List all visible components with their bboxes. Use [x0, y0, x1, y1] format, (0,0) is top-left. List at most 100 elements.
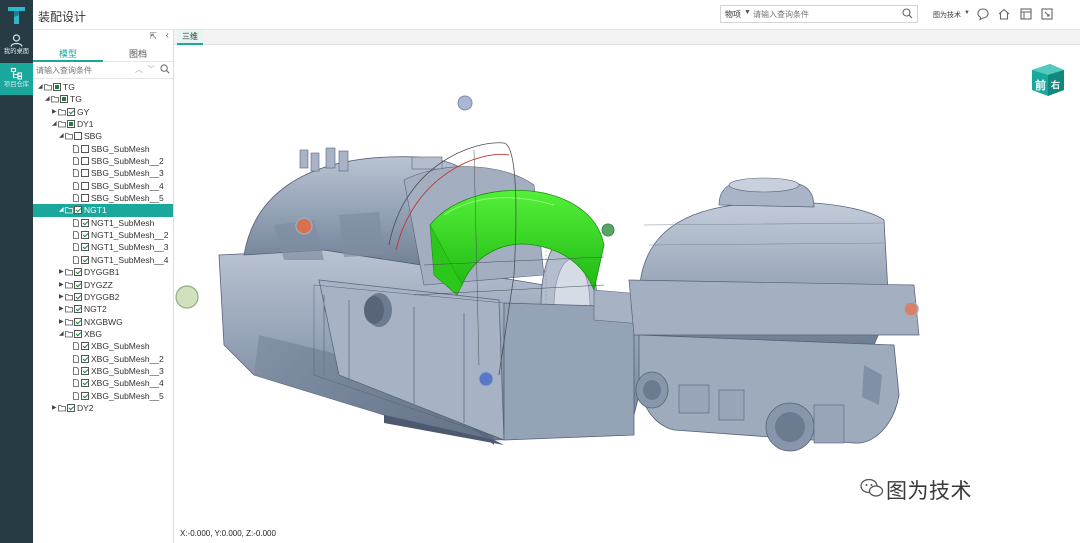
3d-viewport[interactable]: 前 右 X:-0.000, Y:0.000, Z:-0.000 图为技术: [174, 45, 1080, 543]
tree-node[interactable]: ◢ DY1: [33, 118, 173, 130]
visibility-checkbox[interactable]: [81, 391, 89, 400]
tree-node[interactable]: ▶ DYGGB1: [33, 266, 173, 278]
tree-node[interactable]: ◢ TG: [33, 81, 173, 93]
visibility-checkbox[interactable]: [60, 95, 68, 104]
tree-node[interactable]: ◢ NGT1: [33, 204, 173, 217]
tree-node[interactable]: ▶ DYGGB2: [33, 291, 173, 303]
tree-node[interactable]: ◢ SBG: [33, 130, 173, 142]
tree-node[interactable]: ▶ DYGZZ: [33, 279, 173, 291]
visibility-checkbox[interactable]: [81, 157, 89, 166]
visibility-checkbox[interactable]: [67, 403, 75, 412]
tree-node[interactable]: NGT1_SubMesh__2: [33, 229, 173, 241]
home-icon[interactable]: [997, 7, 1011, 21]
collapsed-toggle-icon[interactable]: ▶: [59, 266, 64, 278]
expanded-toggle-icon[interactable]: ◢: [45, 93, 50, 105]
search-input[interactable]: [753, 7, 899, 21]
tree-node-label: XBG_SubMesh__3: [91, 365, 164, 376]
visibility-checkbox[interactable]: [81, 144, 89, 153]
visibility-checkbox[interactable]: [74, 206, 82, 215]
tree-node[interactable]: XBG_SubMesh__5: [33, 390, 173, 402]
rail-item-label: 项目仓库: [3, 81, 30, 88]
visibility-checkbox[interactable]: [74, 268, 82, 277]
tree-node[interactable]: NGT1_SubMesh: [33, 217, 173, 229]
visibility-checkbox[interactable]: [74, 280, 82, 289]
view-cube-right: 右: [1050, 79, 1060, 91]
expanded-toggle-icon[interactable]: ◢: [52, 118, 57, 130]
caret-down-icon[interactable]: ▼: [744, 9, 751, 16]
tree-node[interactable]: XBG_SubMesh__2: [33, 353, 173, 365]
rail-item-my-desktop[interactable]: 我的桌面: [0, 30, 33, 62]
search-scope-select[interactable]: 物项: [725, 9, 741, 20]
search-icon[interactable]: [902, 8, 913, 19]
visibility-checkbox[interactable]: [81, 366, 89, 375]
visibility-checkbox[interactable]: [81, 243, 89, 252]
tree-node[interactable]: XBG_SubMesh__4: [33, 377, 173, 389]
tree-node[interactable]: SBG_SubMesh: [33, 143, 173, 155]
tab-drawings[interactable]: 图档: [103, 47, 173, 60]
tree-search-input[interactable]: [36, 64, 136, 77]
visibility-checkbox[interactable]: [81, 354, 89, 363]
tree-node[interactable]: SBG_SubMesh__4: [33, 180, 173, 192]
tree-node-label: XBG_SubMesh__5: [91, 390, 164, 401]
visibility-checkbox[interactable]: [81, 342, 89, 351]
folder-icon: [65, 330, 73, 338]
tree-node[interactable]: SBG_SubMesh__5: [33, 192, 173, 204]
collapsed-toggle-icon[interactable]: ▶: [59, 291, 64, 303]
rail-item-project-repo[interactable]: 项目仓库: [0, 63, 33, 95]
collapse-left-icon[interactable]: ‹: [166, 30, 169, 41]
visibility-checkbox[interactable]: [53, 83, 61, 91]
file-icon: [73, 243, 79, 252]
tree-node[interactable]: ◢ TG: [33, 93, 173, 105]
collapsed-toggle-icon[interactable]: ▶: [59, 316, 64, 328]
expanded-toggle-icon[interactable]: ◢: [59, 130, 64, 142]
visibility-checkbox[interactable]: [74, 132, 82, 141]
expanded-toggle-icon[interactable]: ◢: [59, 328, 64, 340]
visibility-checkbox[interactable]: [74, 317, 82, 326]
tab-model[interactable]: 模型: [33, 47, 103, 60]
view-cube[interactable]: 前 右: [1030, 62, 1066, 98]
tree-node[interactable]: SBG_SubMesh__3: [33, 167, 173, 179]
turbine-3d-model[interactable]: [174, 45, 1080, 543]
search-icon[interactable]: [160, 64, 170, 74]
expanded-toggle-icon[interactable]: ◢: [59, 204, 64, 216]
layout-icon[interactable]: [1019, 7, 1033, 21]
expanded-toggle-icon[interactable]: ◢: [38, 81, 43, 93]
tree-node[interactable]: ▶ NGT2: [33, 303, 173, 315]
visibility-checkbox[interactable]: [81, 379, 89, 388]
visibility-checkbox[interactable]: [81, 218, 89, 227]
tab-3d-view[interactable]: 三维: [177, 30, 203, 45]
tree-node[interactable]: XBG_SubMesh__3: [33, 365, 173, 377]
chevron-down-icon[interactable]: ﹀: [147, 64, 155, 75]
fullscreen-icon[interactable]: [1040, 7, 1054, 21]
tree-node[interactable]: NGT1_SubMesh__3: [33, 241, 173, 253]
tree-node[interactable]: ▶ NXGBWG: [33, 316, 173, 328]
tree-node[interactable]: ▶ DY2: [33, 402, 173, 414]
chevron-up-icon[interactable]: ︿: [135, 64, 143, 75]
tree-node[interactable]: ◢ XBG: [33, 328, 173, 340]
visibility-checkbox[interactable]: [74, 305, 82, 314]
visibility-checkbox[interactable]: [81, 169, 89, 178]
pin-icon[interactable]: ⇱: [149, 31, 157, 42]
visibility-checkbox[interactable]: [74, 292, 82, 301]
message-icon[interactable]: [976, 7, 990, 21]
tree-node[interactable]: XBG_SubMesh: [33, 340, 173, 352]
collapsed-toggle-icon[interactable]: ▶: [52, 106, 57, 118]
collapsed-toggle-icon[interactable]: ▶: [52, 402, 57, 414]
tree-node[interactable]: NGT1_SubMesh__4: [33, 254, 173, 266]
caret-down-icon[interactable]: ▼: [964, 10, 970, 16]
tree-node-label: XBG: [84, 328, 102, 339]
user-name-menu[interactable]: 图为技术: [933, 10, 961, 20]
page-title: 装配设计: [38, 10, 87, 24]
file-icon: [73, 157, 79, 165]
collapsed-toggle-icon[interactable]: ▶: [59, 279, 64, 291]
visibility-checkbox[interactable]: [74, 329, 82, 338]
visibility-checkbox[interactable]: [81, 231, 89, 240]
tree-node[interactable]: ▶ GY: [33, 106, 173, 118]
visibility-checkbox[interactable]: [67, 107, 75, 116]
visibility-checkbox[interactable]: [81, 181, 89, 190]
tree-node[interactable]: SBG_SubMesh__2: [33, 155, 173, 167]
visibility-checkbox[interactable]: [81, 194, 89, 203]
visibility-checkbox[interactable]: [67, 120, 75, 129]
visibility-checkbox[interactable]: [81, 255, 89, 264]
collapsed-toggle-icon[interactable]: ▶: [59, 303, 64, 315]
